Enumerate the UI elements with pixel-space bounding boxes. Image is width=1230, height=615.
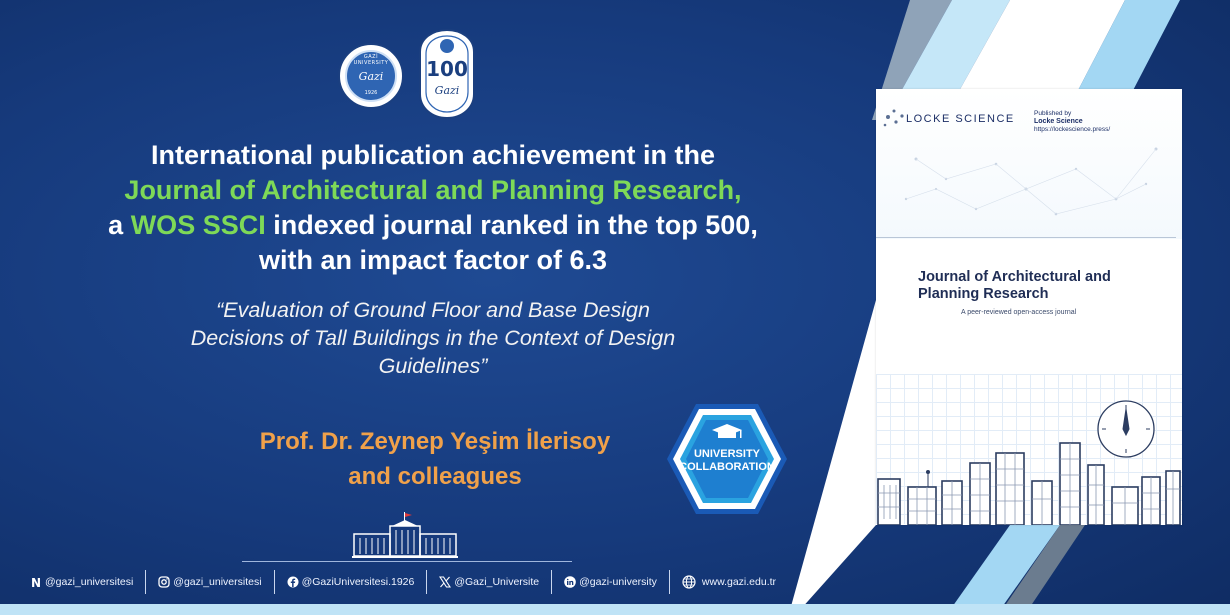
footer-divider-line [242, 561, 572, 562]
university-building-illustration [352, 512, 458, 558]
centennial-script: Gazi [435, 84, 460, 97]
footer-item-nsosyal[interactable]: N @gazi_universitesi [30, 576, 134, 590]
cover-publisher-url: https://lockescience.press/ [1034, 126, 1111, 133]
headline-journal-name: Journal of Architectural and Planning Re… [124, 175, 742, 205]
journal-cover: LOCKE SCIENCE Published by Locke Science… [876, 89, 1182, 525]
badge-label: UNIVERSITY COLLABORATION [672, 448, 782, 474]
footer-item-text: @gazi_universitesi [45, 576, 134, 588]
headline-line-3: a WOS SSCI indexed journal ranked in the… [40, 208, 826, 243]
badge-line-1: UNIVERSITY [693, 448, 760, 460]
quote-line-3: Guidelines” [378, 354, 488, 378]
centennial-100-logo: 100 Gazi [419, 28, 475, 120]
nsosyal-icon: N [30, 576, 42, 590]
footer-item-text: @gazi-university [579, 576, 657, 588]
seal-script-text: Gazi [358, 70, 384, 83]
headline-line-4: with an impact factor of 6.3 [258, 245, 608, 275]
cover-divider [876, 237, 1176, 238]
cover-title-line-2: Planning Research [918, 286, 1049, 302]
footer-separator [426, 570, 428, 594]
quote-line-1: “Evaluation of Ground Floor and Base Des… [216, 298, 650, 322]
footer-separator [668, 570, 670, 594]
network-dots-icon [883, 109, 904, 127]
social-footer: N @gazi_universitesi @gazi_universitesi … [30, 570, 800, 594]
cover-brand: LOCKE SCIENCE [906, 113, 1015, 125]
headline-line-3-prefix: a [108, 210, 131, 240]
cover-title-line-1: Journal of Architectural and [918, 269, 1111, 285]
author-colleagues: and colleagues [348, 463, 522, 490]
facebook-icon [287, 576, 299, 588]
cover-publisher-name: Locke Science [1034, 118, 1083, 125]
footer-item-facebook[interactable]: @GaziUniversitesi.1926 [287, 576, 415, 588]
x-icon [439, 576, 452, 588]
instagram-icon [158, 576, 170, 588]
university-logos: GAZİ UNIVERSITY Gazi 1926 100 Gazi [336, 28, 486, 122]
footer-separator [273, 570, 275, 594]
author-name: Prof. Dr. Zeynep Yeşim İlerisoy [259, 428, 611, 455]
author-credit: Prof. Dr. Zeynep Yeşim İlerisoy and coll… [210, 424, 660, 494]
quote-line-2: Decisions of Tall Buildings in the Conte… [190, 326, 676, 350]
footer-item-text: @Gazi_Universite [454, 576, 540, 588]
headline-line-3-suffix: indexed journal ranked in the top 500, [265, 210, 758, 240]
gazi-university-seal-logo: GAZİ UNIVERSITY Gazi 1926 [338, 43, 404, 109]
svg-text:N: N [31, 576, 41, 588]
headline: International publication achievement in… [40, 138, 826, 278]
cover-journal-title: Journal of Architectural and Planning Re… [918, 269, 1158, 303]
badge-line-2: COLLABORATION [679, 461, 775, 473]
footer-item-website[interactable]: www.gazi.edu.tr [682, 575, 776, 589]
footer-separator [551, 570, 553, 594]
footer-item-text: @gazi_universitesi [173, 576, 262, 588]
footer-item-text: www.gazi.edu.tr [701, 576, 777, 588]
footer-item-linkedin[interactable]: @gazi-university [564, 576, 657, 588]
globe-icon [682, 575, 696, 589]
cover-publisher-info: Published by Locke Science https://locke… [1034, 110, 1110, 134]
linkedin-icon [564, 576, 576, 588]
cover-published-by: Published by [1034, 110, 1072, 117]
seal-year-text: 1926 [364, 90, 378, 96]
seal-ring-text: GAZİ UNIVERSITY [353, 54, 389, 66]
cover-subtitle: A peer-reviewed open-access journal [961, 309, 1077, 316]
centennial-number: 100 [426, 57, 468, 81]
bottom-color-strip [0, 604, 1230, 615]
footer-item-text: @GaziUniversitesi.1926 [301, 576, 415, 588]
headline-line-1: International publication achievement in… [150, 140, 716, 170]
footer-separator [145, 570, 147, 594]
footer-item-instagram[interactable]: @gazi_universitesi [158, 576, 262, 588]
headline-wos-ssci: WOS SSCI [130, 210, 266, 240]
footer-item-x[interactable]: @Gazi_Universite [439, 576, 539, 588]
cover-artwork [877, 109, 1181, 525]
article-title-quote: “Evaluation of Ground Floor and Base Des… [130, 296, 736, 380]
